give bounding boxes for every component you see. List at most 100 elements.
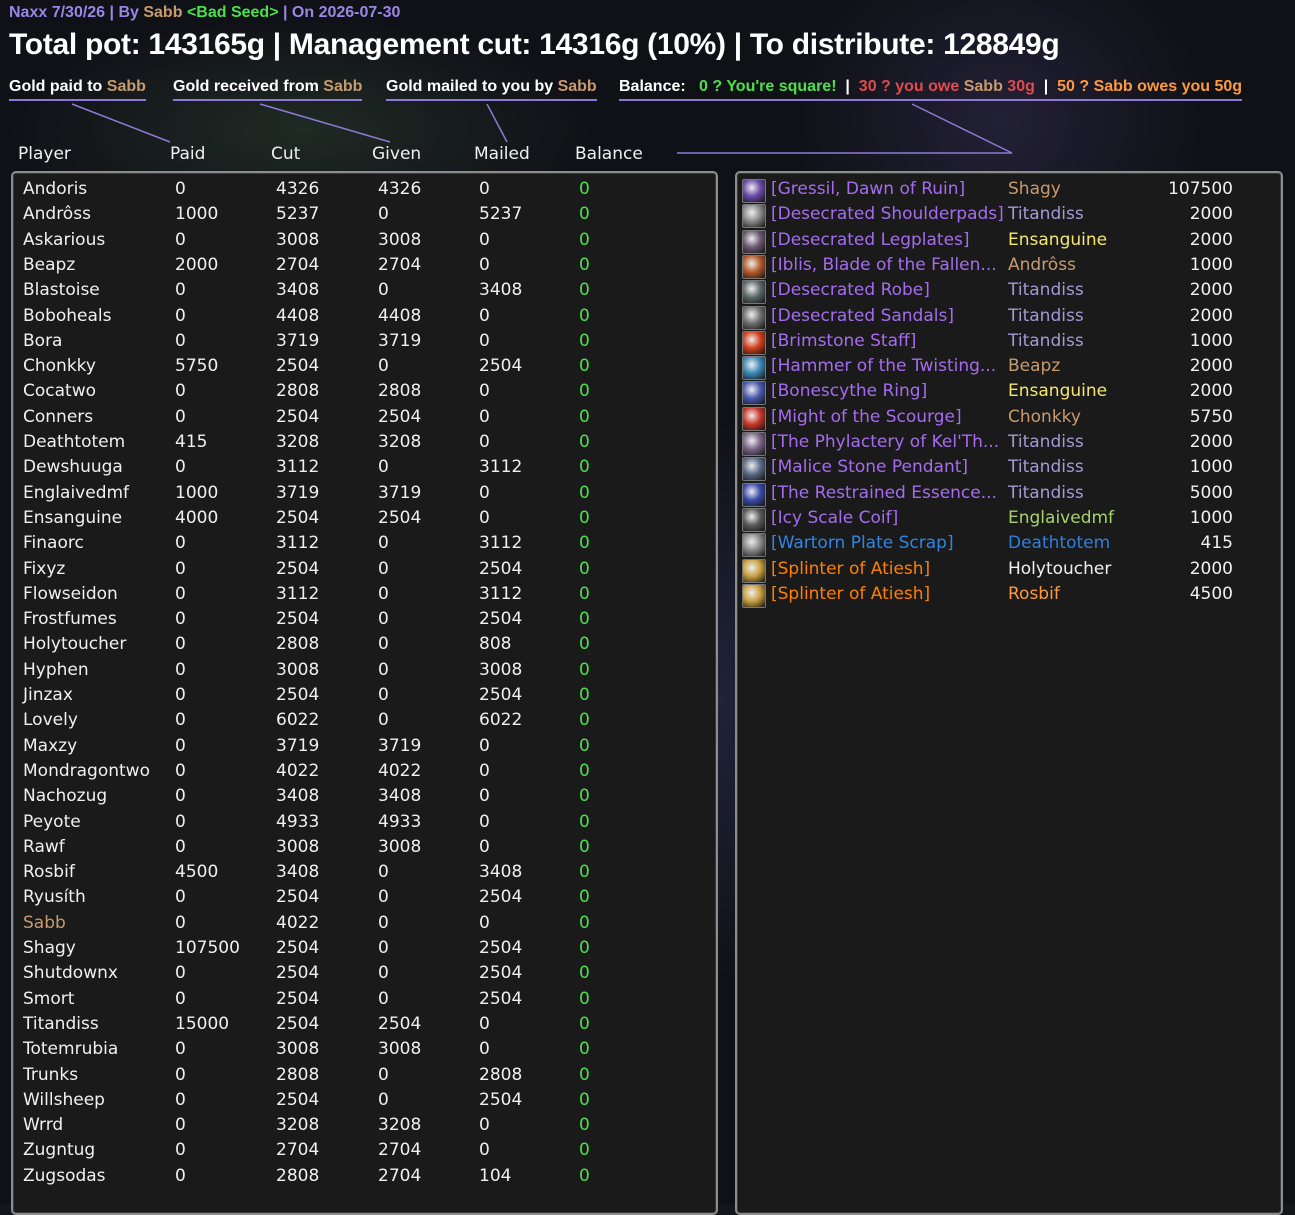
player-row[interactable]: Zugsodas 0 2808 2704 104 0 — [13, 1166, 713, 1191]
item-link[interactable]: [Splinter of Atiesh] — [771, 559, 1003, 579]
player-balance: 0 — [579, 330, 590, 351]
player-row[interactable]: Titandiss 15000 2504 2504 0 0 — [13, 1014, 713, 1039]
loot-row[interactable]: [Hammer of the Twisting... Beapz 2000 — [737, 356, 1277, 381]
item-winner: Ensanguine — [1008, 381, 1108, 402]
item-link[interactable]: [Hammer of the Twisting... — [771, 356, 1003, 376]
player-row[interactable]: Deathtotem 415 3208 3208 0 0 — [13, 432, 713, 457]
item-link[interactable]: [Desecrated Legplates] — [771, 230, 1003, 250]
player-row[interactable]: Bora 0 3719 3719 0 0 — [13, 331, 713, 356]
item-link[interactable]: [Desecrated Robe] — [771, 280, 1003, 300]
col-header-balance: Balance — [575, 144, 643, 164]
player-row[interactable]: Shagy 107500 2504 0 2504 0 — [13, 938, 713, 963]
player-row[interactable]: Wrrd 0 3208 3208 0 0 — [13, 1115, 713, 1140]
player-paid: 0 — [175, 583, 186, 604]
player-row[interactable]: Sabb 0 4022 0 0 0 — [13, 913, 713, 938]
player-row[interactable]: Mondragontwo 0 4022 4022 0 0 — [13, 761, 713, 786]
player-given: 0 — [378, 710, 389, 731]
loot-row[interactable]: [The Restrained Essence... Titandiss 5000 — [737, 482, 1277, 508]
loot-row[interactable]: [Might of the Scourge] Chonkky 5750 — [737, 406, 1277, 432]
player-row[interactable]: Smort 0 2504 0 2504 0 — [13, 989, 713, 1014]
item-link[interactable]: [Bonescythe Ring] — [771, 381, 1003, 401]
item-link[interactable]: [Gressil, Dawn of Ruin] — [771, 179, 1003, 199]
player-cut: 4022 — [276, 760, 320, 781]
item-link[interactable]: [Iblis, Blade of the Fallen... — [771, 255, 1003, 275]
player-balance: 0 — [579, 659, 590, 680]
player-cut: 2504 — [276, 1089, 320, 1110]
player-balance: 0 — [579, 1165, 590, 1186]
player-mailed: 0 — [479, 1013, 490, 1034]
player-row[interactable]: Cocatwo 0 2808 2808 0 0 — [13, 381, 713, 406]
player-paid: 0 — [175, 912, 186, 933]
player-row[interactable]: Beapz 2000 2704 2704 0 0 — [13, 255, 713, 280]
player-row[interactable]: Fixyz 0 2504 0 2504 0 — [13, 559, 713, 584]
player-row[interactable]: Rawf 0 3008 3008 0 0 — [13, 837, 713, 862]
player-row[interactable]: Rosbif 4500 3408 0 3408 0 — [13, 862, 713, 887]
player-mailed: 3408 — [479, 862, 523, 883]
item-link[interactable]: [The Restrained Essence... — [771, 483, 1003, 503]
player-name: Chonkky — [23, 356, 96, 377]
loot-row[interactable]: [Malice Stone Pendant] Titandiss 1000 — [737, 457, 1277, 482]
player-row[interactable]: Jinzax 0 2504 0 2504 0 — [13, 685, 713, 710]
loot-row[interactable]: [Desecrated Legplates] Ensanguine 2000 — [737, 229, 1277, 255]
player-row[interactable]: Blastoise 0 3408 0 3408 0 — [13, 280, 713, 305]
item-link[interactable]: [Might of the Scourge] — [771, 407, 1003, 427]
loot-row[interactable]: [Desecrated Shoulderpads] Titandiss 2000 — [737, 204, 1277, 229]
item-winner: Ensanguine — [1008, 229, 1108, 250]
loot-row[interactable]: [The Phylactery of Kel'Th... Titandiss 200… — [737, 432, 1277, 457]
player-cut: 2504 — [276, 1013, 320, 1034]
player-row[interactable]: Englaivedmf 1000 3719 3719 0 0 — [13, 483, 713, 508]
player-cut: 3719 — [276, 330, 320, 351]
loot-row[interactable]: [Bonescythe Ring] Ensanguine 2000 — [737, 381, 1277, 406]
item-amount: 2000 — [1189, 381, 1233, 402]
player-given: 0 — [378, 1064, 389, 1085]
player-row[interactable]: Trunks 0 2808 0 2808 0 — [13, 1065, 713, 1090]
loot-row[interactable]: [Splinter of Atiesh] Holytoucher 2000 — [737, 558, 1277, 584]
player-row[interactable]: Willsheep 0 2504 0 2504 0 — [13, 1090, 713, 1115]
player-row[interactable]: Andrôss 1000 5237 0 5237 0 — [13, 204, 713, 229]
player-row[interactable]: Maxzy 0 3719 3719 0 0 — [13, 736, 713, 761]
col-header-mailed: Mailed — [474, 144, 530, 164]
player-row[interactable]: Chonkky 5750 2504 0 2504 0 — [13, 356, 713, 381]
player-cut: 4408 — [276, 305, 320, 326]
item-link[interactable]: [Splinter of Atiesh] — [771, 584, 1003, 604]
player-row[interactable]: Dewshuuga 0 3112 0 3112 0 — [13, 457, 713, 482]
player-row[interactable]: Boboheals 0 4408 4408 0 0 — [13, 306, 713, 331]
item-link[interactable]: [Desecrated Sandals] — [771, 306, 1003, 326]
loot-row[interactable]: [Desecrated Sandals] Titandiss 2000 — [737, 305, 1277, 331]
player-balance: 0 — [579, 1013, 590, 1034]
item-link[interactable]: [Malice Stone Pendant] — [771, 457, 1003, 477]
player-mailed: 0 — [479, 912, 490, 933]
player-row[interactable]: Andoris 0 4326 4326 0 0 — [13, 179, 713, 204]
player-row[interactable]: Ryusíth 0 2504 0 2504 0 — [13, 887, 713, 912]
loot-row[interactable]: [Desecrated Robe] Titandiss 2000 — [737, 280, 1277, 305]
loot-row[interactable]: [Icy Scale Coif] Englaivedmf 1000 — [737, 507, 1277, 533]
loot-row[interactable]: [Gressil, Dawn of Ruin] Shagy 107500 — [737, 179, 1277, 204]
player-name: Holytoucher — [23, 634, 127, 655]
player-paid: 0 — [175, 558, 186, 579]
player-balance: 0 — [579, 735, 590, 756]
loot-row[interactable]: [Brimstone Staff] Titandiss 1000 — [737, 330, 1277, 356]
player-row[interactable]: Nachozug 0 3408 3408 0 0 — [13, 786, 713, 811]
player-row[interactable]: Peyote 0 4933 4933 0 0 — [13, 812, 713, 837]
item-link[interactable]: [Icy Scale Coif] — [771, 508, 1003, 528]
player-row[interactable]: Askarious 0 3008 3008 0 0 — [13, 230, 713, 255]
player-row[interactable]: Conners 0 2504 2504 0 0 — [13, 407, 713, 432]
player-row[interactable]: Frostfumes 0 2504 0 2504 0 — [13, 609, 713, 634]
loot-row[interactable]: [Wartorn Plate Scrap] Deathtotem 415 — [737, 533, 1277, 558]
player-row[interactable]: Ensanguine 4000 2504 2504 0 0 — [13, 508, 713, 533]
player-row[interactable]: Finaorc 0 3112 0 3112 0 — [13, 533, 713, 558]
loot-row[interactable]: [Splinter of Atiesh] Rosbif 4500 — [737, 583, 1277, 609]
item-link[interactable]: [The Phylactery of Kel'Th... — [771, 432, 1003, 452]
player-row[interactable]: Flowseidon 0 3112 0 3112 0 — [13, 584, 713, 609]
item-link[interactable]: [Desecrated Shoulderpads] — [771, 204, 1003, 224]
player-row[interactable]: Totemrubia 0 3008 3008 0 0 — [13, 1039, 713, 1064]
player-row[interactable]: Holytoucher 0 2808 0 808 0 — [13, 634, 713, 659]
item-link[interactable]: [Brimstone Staff] — [771, 331, 1003, 351]
player-row[interactable]: Shutdownx 0 2504 0 2504 0 — [13, 963, 713, 988]
player-row[interactable]: Lovely 0 6022 0 6022 0 — [13, 710, 713, 735]
player-row[interactable]: Hyphen 0 3008 0 3008 0 — [13, 660, 713, 685]
player-paid: 0 — [175, 1039, 186, 1060]
loot-row[interactable]: [Iblis, Blade of the Fallen... Andrôss 100… — [737, 254, 1277, 280]
item-link[interactable]: [Wartorn Plate Scrap] — [771, 533, 1003, 553]
player-row[interactable]: Zugntug 0 2704 2704 0 0 — [13, 1140, 713, 1165]
